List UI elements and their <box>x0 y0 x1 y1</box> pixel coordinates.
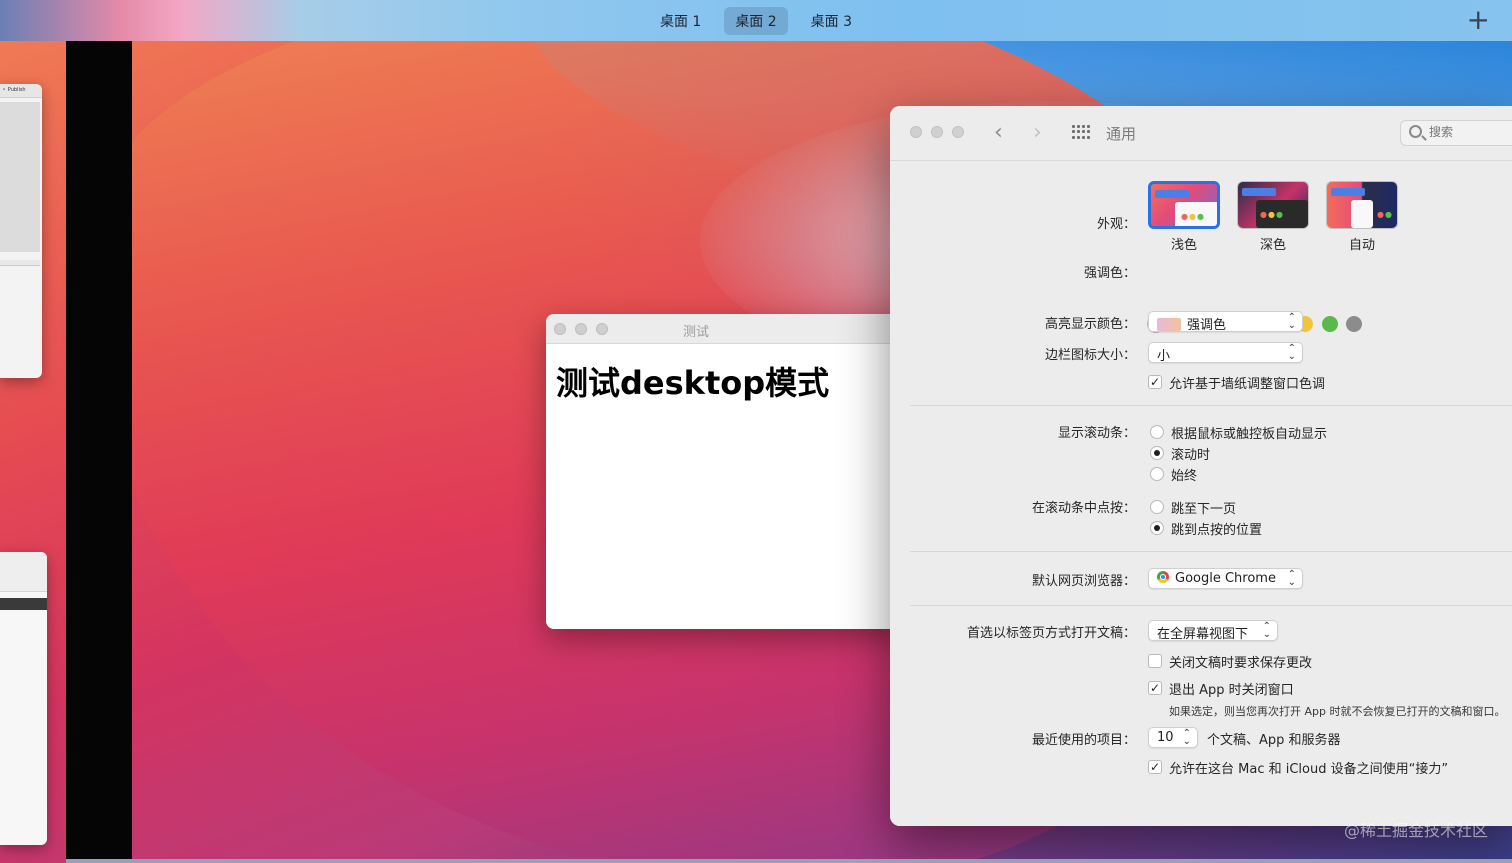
scrollbar-always-label: 始终 <box>1171 469 1198 484</box>
accent-color-swatch[interactable] <box>1321 316 1338 332</box>
show-all-grid-icon[interactable] <box>1072 125 1090 139</box>
search-field[interactable] <box>1400 120 1512 146</box>
peek-window-divider <box>0 260 40 266</box>
chrome-icon <box>1157 571 1169 583</box>
sidebar-icon-size-value: 小 <box>1157 349 1171 364</box>
handoff-checkbox[interactable] <box>1148 760 1162 774</box>
scrollbar-auto-radio[interactable] <box>1150 425 1164 439</box>
appearance-label: 外观： <box>1096 217 1136 232</box>
section-divider <box>910 551 1512 552</box>
prefs-toolbar: ‹ › 通用 <box>890 106 1512 160</box>
space-tab-1[interactable]: 桌面 1 <box>649 7 712 35</box>
appearance-auto-label: 自动 <box>1348 238 1375 253</box>
section-divider <box>910 605 1512 606</box>
highlight-color-value: 强调色 <box>1187 318 1227 333</box>
test-window[interactable]: 测试 测试desktop模式 <box>546 314 906 629</box>
accent-color-swatch[interactable] <box>1346 316 1363 332</box>
sidebar-icon-size-label: 边栏图标大小： <box>1044 348 1136 363</box>
prefs-title: 通用 <box>1106 125 1137 143</box>
chevron-updown-icon: ⌃ ⌄ <box>1287 312 1296 331</box>
close-icon[interactable] <box>910 126 922 138</box>
recent-items-value: 10 <box>1157 730 1174 745</box>
ask-save-label: 关闭文稿时要求保存更改 <box>1169 656 1313 671</box>
chevron-left-icon[interactable]: ‹ <box>994 120 1003 145</box>
appearance-auto-thumb[interactable]: ●● <box>1326 181 1398 229</box>
scroll-jump-radio[interactable] <box>1150 521 1164 535</box>
accent-color-label: 强调色： <box>1083 266 1136 281</box>
peek-window-header: ⚬ Publish <box>0 84 42 98</box>
chevron-updown-icon: ⌃ ⌄ <box>1287 569 1296 588</box>
scroll-click-label: 在滚动条中点按： <box>1031 501 1136 516</box>
prefer-tabs-popup[interactable]: 在全屏幕视图下 ⌃ ⌄ <box>1148 620 1278 642</box>
prefer-tabs-label: 首选以标签页方式打开文稿： <box>966 626 1136 641</box>
chevron-updown-icon: ⌃ ⌄ <box>1262 621 1271 640</box>
search-input[interactable] <box>1429 125 1509 139</box>
sidebar-icon-size-popup[interactable]: 小 ⌃ ⌄ <box>1148 342 1303 364</box>
show-scrollbars-label: 显示滚动条： <box>1057 426 1136 441</box>
recent-items-suffix: 个文稿、App 和服务器 <box>1207 733 1341 748</box>
scroll-jump-label: 跳到点按的位置 <box>1171 523 1263 538</box>
default-browser-value: Google Chrome <box>1175 571 1276 586</box>
wallpaper-tint-label: 允许基于墙纸调整窗口色调 <box>1169 377 1326 392</box>
recent-items-label: 最近使用的项目： <box>1031 733 1136 748</box>
chevron-updown-icon: ⌃ ⌄ <box>1287 343 1296 362</box>
scrollbar-always-radio[interactable] <box>1150 467 1164 481</box>
black-window-strip <box>66 41 132 863</box>
ask-save-checkbox[interactable] <box>1148 654 1162 668</box>
test-window-heading: 测试desktop模式 <box>556 364 830 402</box>
peek-window-toolbar <box>0 552 47 592</box>
close-windows-label: 退出 App 时关闭窗口 <box>1169 683 1294 698</box>
recent-items-popup[interactable]: 10 ⌃ ⌄ <box>1148 727 1198 748</box>
prefer-tabs-value: 在全屏幕视图下 <box>1157 627 1249 642</box>
zoom-icon[interactable] <box>952 126 964 138</box>
search-icon <box>1409 125 1422 138</box>
appearance-dark-label: 深色 <box>1259 238 1286 253</box>
highlight-swatch <box>1157 318 1181 331</box>
scrollbar-auto-label: 根据鼠标或触控板自动显示 <box>1171 427 1328 442</box>
add-space-button[interactable]: + <box>1467 6 1490 34</box>
appearance-light-thumb[interactable]: ●●● <box>1148 181 1220 229</box>
space-tab-2[interactable]: 桌面 2 <box>724 6 788 35</box>
close-windows-note: 如果选定，则当您再次打开 App 时就不会恢复已打开的文稿和窗口。 <box>1169 705 1506 718</box>
handoff-label: 允许在这台 Mac 和 iCloud 设备之间使用“接力” <box>1169 762 1449 777</box>
peek-window-bottom[interactable] <box>0 552 47 845</box>
scroll-next-page-radio[interactable] <box>1150 500 1164 514</box>
section-divider <box>910 405 1512 406</box>
peek-window-content <box>0 102 40 252</box>
scrollbar-scrolling-radio[interactable] <box>1150 446 1164 460</box>
watermark: @稀土掘金技术社区 <box>1343 821 1488 840</box>
wallpaper-tint-checkbox[interactable] <box>1148 375 1162 389</box>
scroll-next-page-label: 跳至下一页 <box>1171 502 1237 517</box>
chevron-updown-icon: ⌃ ⌄ <box>1182 728 1191 747</box>
peek-window-search <box>0 598 47 610</box>
test-window-title: 测试 <box>682 325 709 340</box>
default-browser-label: 默认网页浏览器： <box>1031 574 1136 589</box>
close-windows-checkbox[interactable] <box>1148 681 1162 695</box>
appearance-light-label: 浅色 <box>1170 238 1197 253</box>
space-tab-3[interactable]: 桌面 3 <box>800 7 863 35</box>
minimize-icon[interactable] <box>931 126 943 138</box>
highlight-color-label: 高亮显示颜色： <box>1044 317 1136 332</box>
chevron-right-icon[interactable]: › <box>1033 120 1042 145</box>
bottom-strip <box>66 859 1512 863</box>
appearance-dark-thumb[interactable]: ●●● <box>1237 181 1309 229</box>
prefs-body: 外观： ●●● 浅色 ●●● 深色 ●● 自动 强调色： 多色 高亮显示颜色： … <box>890 160 1512 826</box>
test-window-titlebar[interactable]: 测试 <box>546 314 906 344</box>
peek-window-top[interactable]: ⚬ Publish <box>0 84 42 378</box>
highlight-color-popup[interactable]: 强调色 ⌃ ⌄ <box>1148 311 1303 333</box>
spaces-bar: 桌面 1 桌面 2 桌面 3 + <box>0 0 1512 41</box>
default-browser-popup[interactable]: Google Chrome ⌃ ⌄ <box>1148 568 1303 589</box>
system-preferences-window[interactable]: ‹ › 通用 外观： ●●● 浅色 ●●● 深色 <box>890 106 1512 826</box>
scrollbar-scrolling-label: 滚动时 <box>1171 448 1211 463</box>
